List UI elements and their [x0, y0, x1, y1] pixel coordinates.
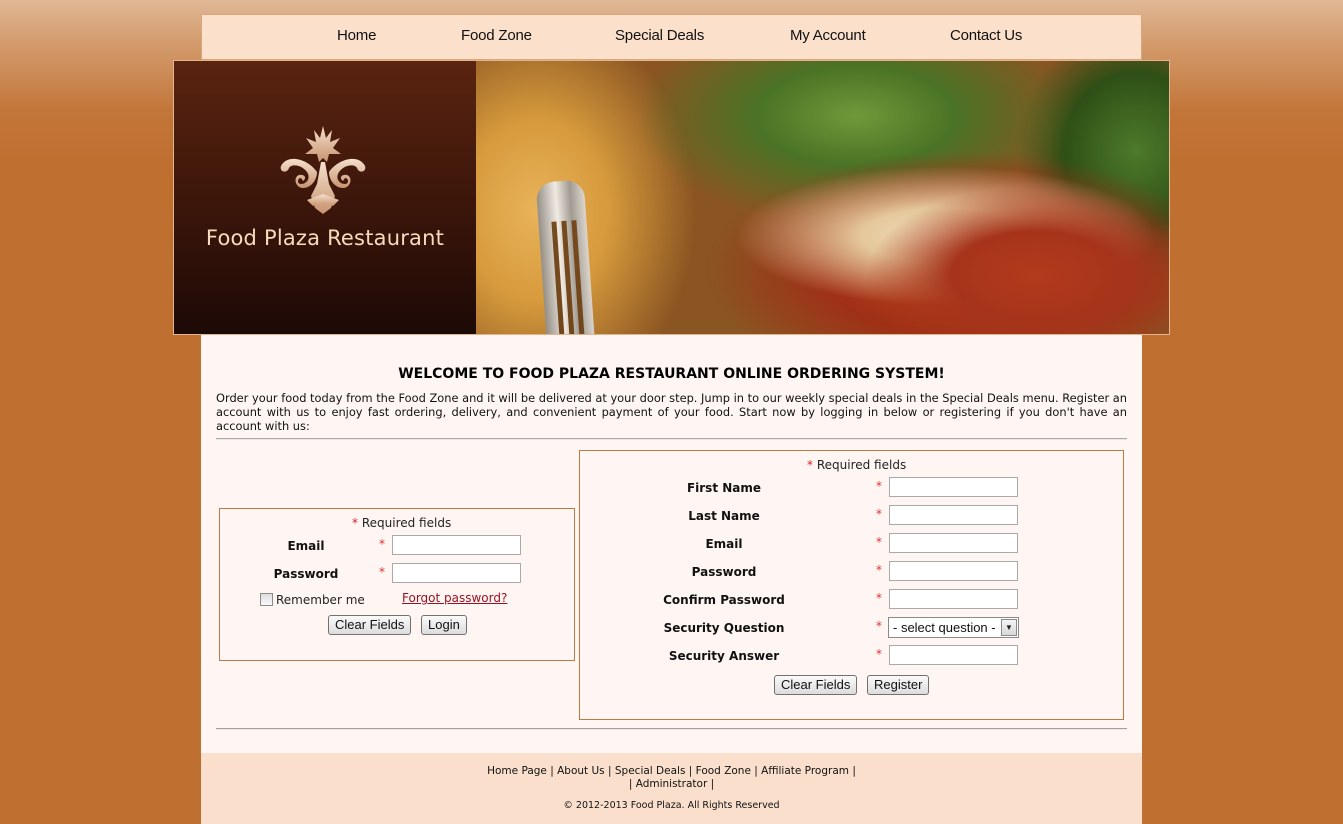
first-name-label: First Name [686, 481, 762, 495]
separator: | [710, 778, 715, 790]
ornamental-lily-icon [280, 126, 366, 214]
register-email-input[interactable] [889, 533, 1018, 553]
required-star: * [807, 458, 813, 472]
footer-links: Home Page | About Us | Special Deals | F… [201, 765, 1142, 791]
login-email-input[interactable] [392, 535, 521, 555]
lasagna-photo [476, 61, 1169, 334]
security-answer-label: Security Answer [668, 649, 780, 663]
login-form: * Required fields Email * Password * Rem… [219, 508, 575, 661]
security-question-label: Security Question [663, 621, 785, 635]
login-password-input[interactable] [392, 563, 521, 583]
separator: | [608, 765, 612, 777]
remember-me-label: Remember me [276, 593, 365, 607]
register-email-label: Email [705, 537, 743, 551]
required-note-text: Required fields [816, 458, 907, 472]
confirm-password-input[interactable] [889, 589, 1018, 609]
last-name-input[interactable] [889, 505, 1018, 525]
required-star: * [876, 591, 882, 605]
logo-panel: Food Plaza Restaurant [174, 61, 476, 334]
last-name-label: Last Name [688, 509, 760, 523]
restaurant-title: Food Plaza Restaurant [205, 226, 445, 250]
footer-link-administrator[interactable]: Administrator [636, 778, 708, 790]
header-banner: Food Plaza Restaurant [173, 60, 1170, 335]
footer-link-food-zone[interactable]: Food Zone [696, 765, 751, 777]
chevron-down-icon[interactable]: ▼ [1001, 619, 1017, 636]
required-note: * Required fields [807, 458, 906, 472]
nav-food-zone[interactable]: Food Zone [461, 27, 532, 44]
register-clear-fields-button[interactable]: Clear Fields [774, 675, 858, 695]
required-star: * [876, 563, 882, 577]
security-question-value: - select question - [893, 620, 996, 635]
required-star: * [876, 647, 882, 661]
required-star: * [876, 507, 882, 521]
login-password-label: Password [273, 567, 339, 581]
register-password-label: Password [691, 565, 757, 579]
footer-link-home-page[interactable]: Home Page [487, 765, 547, 777]
register-password-input[interactable] [889, 561, 1018, 581]
register-button[interactable]: Register [867, 675, 930, 695]
footer-link-affiliate-program[interactable]: Affiliate Program [761, 765, 849, 777]
nav-contact-us[interactable]: Contact Us [950, 27, 1022, 44]
required-note-text: Required fields [361, 516, 452, 530]
required-star: * [876, 479, 882, 493]
separator: | [688, 765, 693, 777]
separator: | [628, 778, 633, 790]
login-email-label: Email [287, 539, 325, 553]
required-star: * [876, 535, 882, 549]
required-star: * [352, 516, 358, 530]
copyright: © 2012-2013 Food Plaza. All Rights Reser… [563, 800, 780, 811]
separator: | [754, 765, 758, 777]
separator: | [852, 765, 856, 777]
confirm-password-label: Confirm Password [663, 593, 785, 607]
divider [216, 438, 1127, 440]
remember-me-checkbox[interactable] [260, 593, 273, 606]
welcome-heading: WELCOME TO FOOD PLAZA RESTAURANT ONLINE … [398, 366, 945, 382]
required-star: * [379, 565, 385, 579]
separator: | [550, 765, 554, 777]
intro-text: Order your food today from the Food Zone… [216, 391, 1127, 433]
nav-my-account[interactable]: My Account [790, 27, 866, 44]
main-content: WELCOME TO FOOD PLAZA RESTAURANT ONLINE … [201, 335, 1142, 753]
nav-home[interactable]: Home [337, 27, 376, 44]
register-form: * Required fields First Name * Last Name… [579, 450, 1124, 720]
divider [216, 728, 1127, 730]
nav-special-deals[interactable]: Special Deals [615, 27, 704, 44]
footer: Home Page | About Us | Special Deals | F… [201, 753, 1142, 824]
security-answer-input[interactable] [889, 645, 1018, 665]
security-question-select[interactable]: - select question - ▼ [888, 617, 1019, 638]
required-star: * [876, 619, 882, 633]
fork-graphic [535, 179, 595, 334]
login-button[interactable]: Login [421, 615, 467, 635]
footer-link-about-us[interactable]: About Us [557, 765, 605, 777]
required-star: * [379, 537, 385, 551]
login-clear-fields-button[interactable]: Clear Fields [328, 615, 412, 635]
forgot-password-link[interactable]: Forgot password? [402, 591, 507, 605]
required-note: * Required fields [352, 516, 451, 530]
first-name-input[interactable] [889, 477, 1018, 497]
fork-gap [571, 220, 585, 334]
footer-link-special-deals[interactable]: Special Deals [615, 765, 686, 777]
top-nav: Home Food Zone Special Deals My Account … [201, 14, 1142, 60]
